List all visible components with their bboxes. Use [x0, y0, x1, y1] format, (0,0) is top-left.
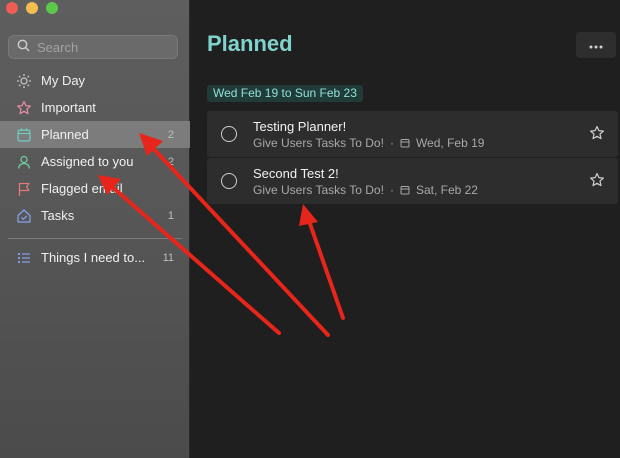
task-due-date: Wed, Feb 19 — [415, 136, 485, 150]
person-icon — [15, 153, 33, 171]
task-meta: Give Users Tasks To Do! · Sat, Feb 22 — [253, 183, 478, 197]
complete-task-checkbox[interactable] — [221, 126, 237, 142]
sidebar-item-count: 2 — [167, 155, 174, 168]
sidebar: My Day Important Planned 2 Assigned to y… — [0, 0, 190, 458]
sidebar-item-flagged-email[interactable]: Flagged email — [0, 175, 190, 202]
search-icon — [17, 39, 30, 55]
sidebar-item-label: Planned — [41, 127, 89, 142]
sidebar-item-planned[interactable]: Planned 2 — [0, 121, 190, 148]
search-input[interactable] — [37, 39, 167, 55]
zoom-window-button[interactable] — [46, 2, 58, 14]
task-item[interactable]: Second Test 2! Give Users Tasks To Do! ·… — [207, 158, 618, 204]
meta-separator: · — [389, 183, 394, 197]
task-due-date: Sat, Feb 22 — [415, 183, 478, 197]
sidebar-list-count: 11 — [162, 251, 174, 264]
sidebar-item-count: 2 — [167, 128, 174, 141]
search-box[interactable] — [8, 35, 178, 59]
meta-separator: · — [389, 136, 394, 150]
sidebar-item-important[interactable]: Important — [0, 94, 190, 121]
window-controls — [6, 2, 58, 14]
minimize-window-button[interactable] — [26, 2, 38, 14]
date-range-header: Wed Feb 19 to Sun Feb 23 — [207, 85, 363, 102]
sidebar-item-tasks[interactable]: Tasks 1 — [0, 202, 190, 229]
more-options-button[interactable] — [576, 32, 616, 58]
task-meta: Give Users Tasks To Do! · Wed, Feb 19 — [253, 136, 484, 150]
sidebar-item-label: Assigned to you — [41, 154, 134, 169]
more-icon — [589, 36, 603, 54]
sun-icon — [15, 72, 33, 90]
sidebar-item-label: Important — [41, 100, 96, 115]
calendar-icon — [15, 126, 33, 144]
sidebar-item-label: Tasks — [41, 208, 75, 223]
close-window-button[interactable] — [6, 2, 18, 14]
sidebar-item-my-day[interactable]: My Day — [0, 67, 190, 94]
sidebar-item-assigned-to-you[interactable]: Assigned to you 2 — [0, 148, 190, 175]
home-icon — [15, 207, 33, 225]
sidebar-list-label: Things I need to... — [41, 250, 146, 265]
task-title: Second Test 2! — [253, 166, 339, 181]
due-date-icon — [400, 138, 410, 148]
due-date-icon — [400, 185, 410, 195]
task-title: Testing Planner! — [253, 119, 347, 134]
main-panel: Planned Wed Feb 19 to Sun Feb 23 Testing… — [191, 0, 620, 458]
complete-task-checkbox[interactable] — [221, 173, 237, 189]
sidebar-divider — [8, 238, 182, 239]
page-title: Planned — [207, 31, 293, 56]
sidebar-nav: My Day Important Planned 2 Assigned to y… — [0, 67, 190, 271]
task-item[interactable]: Testing Planner! Give Users Tasks To Do!… — [207, 111, 618, 157]
star-icon — [15, 99, 33, 117]
task-list-name: Give Users Tasks To Do! — [253, 183, 384, 197]
importance-star-icon[interactable] — [589, 125, 605, 146]
task-list-name: Give Users Tasks To Do! — [253, 136, 384, 150]
importance-star-icon[interactable] — [589, 172, 605, 193]
list-icon — [15, 249, 33, 267]
sidebar-item-label: Flagged email — [41, 181, 123, 196]
sidebar-list-things-i-need-to[interactable]: Things I need to... 11 — [0, 244, 190, 271]
sidebar-item-label: My Day — [41, 73, 86, 88]
sidebar-item-count: 1 — [167, 209, 174, 222]
flag-icon — [15, 180, 33, 198]
